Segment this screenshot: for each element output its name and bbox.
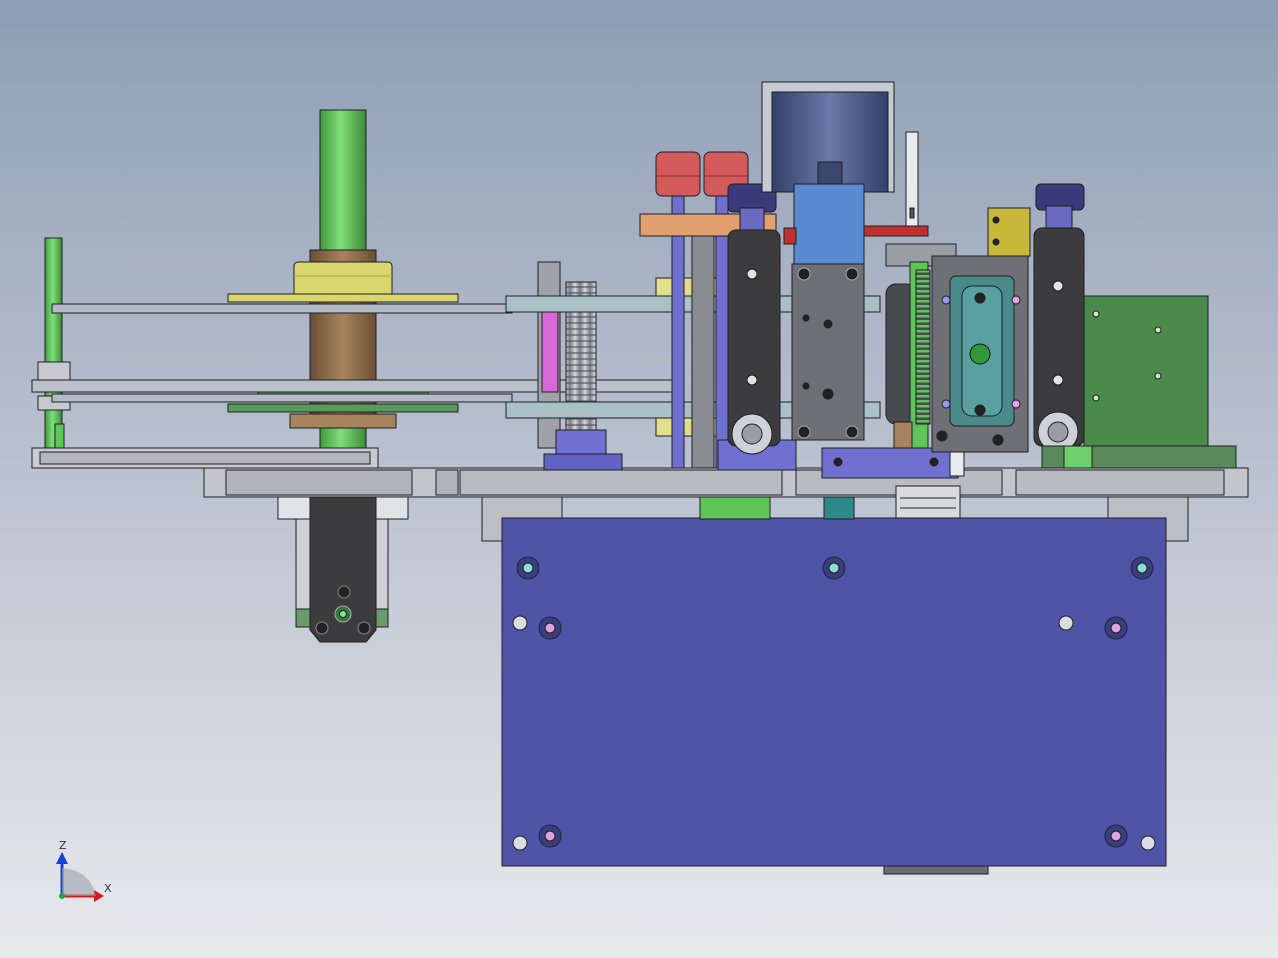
yellow-sensor-bracket[interactable]	[987, 207, 1031, 257]
teal-carrier-plate[interactable]	[931, 255, 1029, 453]
x-axis-label: X	[104, 882, 112, 895]
center-slider-block[interactable]	[791, 263, 865, 441]
pin-indicator	[905, 131, 919, 227]
main-frame-plate[interactable]	[203, 467, 1249, 498]
cad-viewport[interactable]: Z X	[0, 0, 1278, 958]
left-platform[interactable]	[31, 447, 379, 469]
base-mounting-plate[interactable]	[481, 496, 1189, 875]
lower-left-actuator[interactable]	[277, 496, 409, 643]
z-axis-label: Z	[59, 839, 67, 852]
stepper-motor[interactable]	[761, 81, 895, 193]
